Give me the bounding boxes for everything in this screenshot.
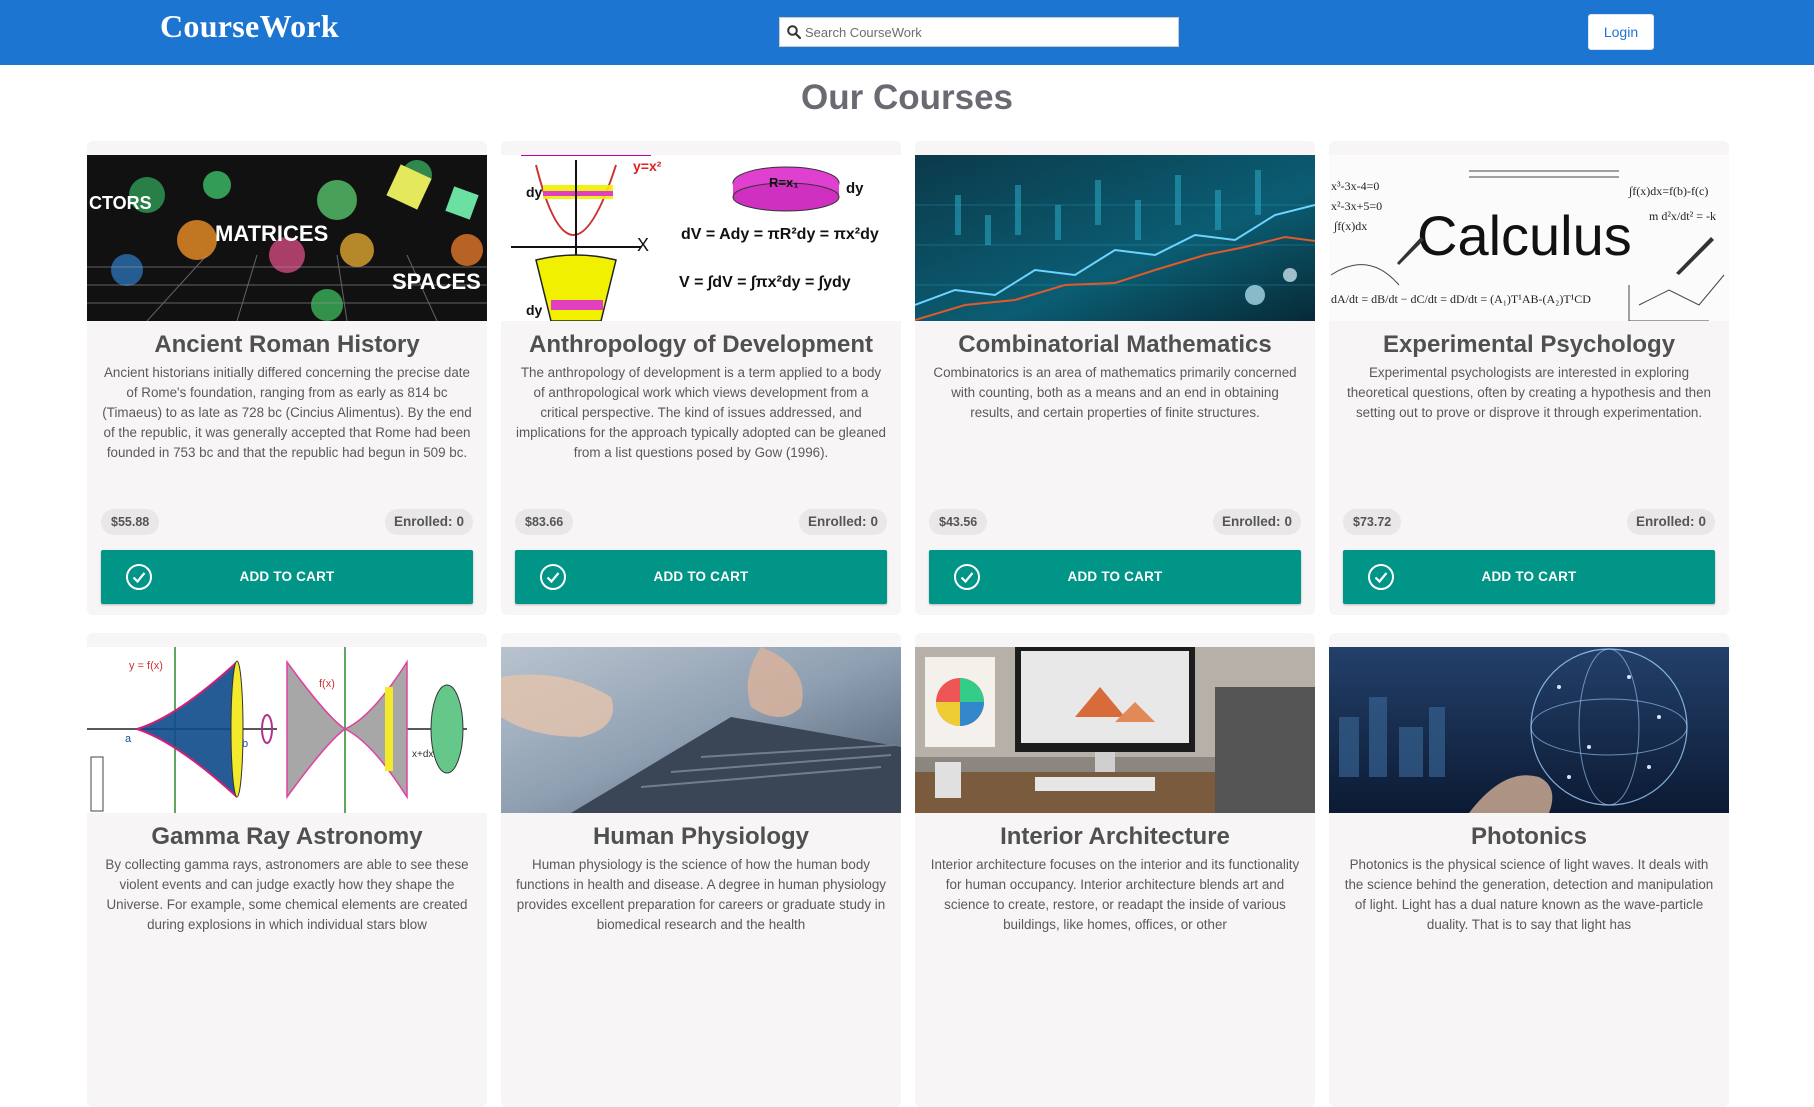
enrolled-count: 0 bbox=[870, 514, 878, 529]
svg-text:CTORS: CTORS bbox=[89, 193, 152, 213]
add-to-cart-label: ADD TO CART bbox=[653, 569, 749, 584]
price-badge: $83.66 bbox=[515, 509, 574, 535]
svg-text:dy: dy bbox=[526, 302, 543, 318]
course-image[interactable] bbox=[915, 155, 1315, 321]
enrolled-badge: Enrolled: 0 bbox=[384, 509, 473, 535]
course-description: By collecting gamma rays, astronomers ar… bbox=[105, 857, 469, 932]
add-to-cart-label: ADD TO CART bbox=[1481, 569, 1577, 584]
course-title[interactable]: Photonics bbox=[1329, 823, 1729, 851]
course-title[interactable]: Anthropology of Development bbox=[501, 331, 901, 359]
enrolled-badge: Enrolled: 0 bbox=[1626, 509, 1715, 535]
enrolled-badge: Enrolled: 0 bbox=[798, 509, 887, 535]
add-to-cart-label: ADD TO CART bbox=[239, 569, 335, 584]
enrolled-count: 0 bbox=[1284, 514, 1292, 529]
course-description: Ancient historians initially differed co… bbox=[102, 365, 472, 460]
course-card: CTORS MATRICES SPACES Ancient Roman Hist… bbox=[87, 141, 487, 615]
svg-text:dy: dy bbox=[846, 180, 864, 197]
solid-of-revolution-image: y = f(x) a b f(x) x+dx bbox=[87, 647, 487, 813]
svg-text:dA/dt = dB/dt − dC/dt = dD/dt: dA/dt = dB/dt − dC/dt = dD/dt = (A₁)T¹AB… bbox=[1331, 292, 1591, 306]
svg-text:dy: dy bbox=[526, 184, 543, 200]
price-badge: $55.88 bbox=[101, 509, 160, 535]
enrolled-count: 0 bbox=[1698, 514, 1706, 529]
course-card: Interior Architecture Interior architect… bbox=[915, 633, 1315, 1107]
course-image[interactable] bbox=[1329, 647, 1729, 813]
svg-text:∫f(x)dx=f(b)-f(c): ∫f(x)dx=f(b)-f(c) bbox=[1628, 184, 1708, 198]
enrolled-badge: Enrolled: 0 bbox=[1212, 509, 1301, 535]
brand-logo[interactable]: CourseWork bbox=[160, 8, 339, 45]
add-to-cart-button[interactable]: ADD TO CART bbox=[515, 550, 887, 604]
svg-text:X: X bbox=[637, 235, 649, 255]
course-description: Experimental psychologists are intereste… bbox=[1346, 365, 1712, 420]
course-card: Human Physiology Human physiology is the… bbox=[501, 633, 901, 1107]
course-title[interactable]: Ancient Roman History bbox=[87, 331, 487, 359]
svg-text:b: b bbox=[242, 738, 248, 750]
enrolled-label: Enrolled: bbox=[1221, 514, 1281, 529]
matrices-spaces-image: CTORS MATRICES SPACES bbox=[87, 155, 487, 321]
financial-chart-image bbox=[915, 155, 1315, 321]
page-title: Our Courses bbox=[801, 78, 1013, 117]
course-title[interactable]: Combinatorial Mathematics bbox=[915, 331, 1315, 359]
svg-text:x+dx: x+dx bbox=[412, 749, 433, 760]
course-image[interactable]: CTORS MATRICES SPACES bbox=[87, 155, 487, 321]
add-to-cart-button[interactable]: ADD TO CART bbox=[929, 550, 1301, 604]
search-icon bbox=[787, 25, 802, 40]
enrolled-label: Enrolled: bbox=[393, 514, 453, 529]
course-title[interactable]: Experimental Psychology bbox=[1329, 331, 1729, 359]
course-description: Human physiology is the science of how t… bbox=[516, 857, 886, 932]
svg-text:y=x²: y=x² bbox=[633, 158, 662, 174]
svg-text:MATRICES: MATRICES bbox=[215, 221, 328, 246]
svg-text:f(x): f(x) bbox=[319, 678, 335, 690]
svg-text:V = ∫dV = ∫πx²dy = ∫ydy: V = ∫dV = ∫πx²dy = ∫ydy bbox=[679, 274, 851, 291]
price-badge: $73.72 bbox=[1343, 509, 1402, 535]
volume-integral-image: X dy dy y=x² R=x₁ dy dV = Ady = πR²dy = … bbox=[501, 155, 901, 321]
enrolled-count: 0 bbox=[456, 514, 464, 529]
course-card: X dy dy y=x² R=x₁ dy dV = Ady = πR²dy = … bbox=[501, 141, 901, 615]
course-image[interactable]: y = f(x) a b f(x) x+dx bbox=[87, 647, 487, 813]
svg-text:SPACES: SPACES bbox=[392, 269, 481, 294]
enrolled-label: Enrolled: bbox=[807, 514, 867, 529]
search-box[interactable] bbox=[779, 17, 1179, 47]
top-navbar: CourseWork Login bbox=[0, 0, 1814, 65]
course-image[interactable] bbox=[501, 647, 901, 813]
course-image[interactable]: X dy dy y=x² R=x₁ dy dV = Ady = πR²dy = … bbox=[501, 155, 901, 321]
course-description: The anthropology of development is a ter… bbox=[516, 365, 886, 460]
design-desk-image bbox=[915, 647, 1315, 813]
svg-text:m d²x/dt² = -k: m d²x/dt² = -k bbox=[1649, 209, 1716, 223]
calculus-image: Calculus x³-3x-4=0 x²-3x+5=0 ∫f(x)dx ∫f(x)… bbox=[1329, 155, 1729, 321]
course-card: y = f(x) a b f(x) x+dx Gamma Ray Astrono… bbox=[87, 633, 487, 1107]
add-to-cart-label: ADD TO CART bbox=[1067, 569, 1163, 584]
course-title[interactable]: Interior Architecture bbox=[915, 823, 1315, 851]
laptop-typing-image bbox=[501, 647, 901, 813]
svg-text:y = f(x): y = f(x) bbox=[129, 660, 163, 672]
search-input[interactable] bbox=[802, 20, 1178, 44]
digital-globe-image bbox=[1329, 647, 1729, 813]
add-to-cart-button[interactable]: ADD TO CART bbox=[101, 550, 473, 604]
course-image[interactable]: Calculus x³-3x-4=0 x²-3x+5=0 ∫f(x)dx ∫f(x)… bbox=[1329, 155, 1729, 321]
course-card: Combinatorial Mathematics Combinatorics … bbox=[915, 141, 1315, 615]
course-description: Photonics is the physical science of lig… bbox=[1344, 857, 1714, 932]
svg-text:Calculus: Calculus bbox=[1417, 204, 1632, 267]
login-button[interactable]: Login bbox=[1588, 14, 1654, 50]
course-card: Photonics Photonics is the physical scie… bbox=[1329, 633, 1729, 1107]
course-title[interactable]: Human Physiology bbox=[501, 823, 901, 851]
course-title[interactable]: Gamma Ray Astronomy bbox=[87, 823, 487, 851]
course-description: Combinatorics is an area of mathematics … bbox=[933, 365, 1297, 420]
svg-text:x²-3x+5=0: x²-3x+5=0 bbox=[1331, 199, 1382, 213]
course-card: Calculus x³-3x-4=0 x²-3x+5=0 ∫f(x)dx ∫f(x)… bbox=[1329, 141, 1729, 615]
svg-text:a: a bbox=[125, 733, 132, 745]
course-description: Interior architecture focuses on the int… bbox=[930, 857, 1300, 932]
svg-text:x³-3x-4=0: x³-3x-4=0 bbox=[1331, 179, 1379, 193]
price-badge: $43.56 bbox=[929, 509, 988, 535]
course-image[interactable] bbox=[915, 647, 1315, 813]
add-to-cart-button[interactable]: ADD TO CART bbox=[1343, 550, 1715, 604]
svg-text:dV = Ady = πR²dy = πx²dy: dV = Ady = πR²dy = πx²dy bbox=[681, 226, 879, 243]
svg-text:R=x₁: R=x₁ bbox=[769, 175, 799, 190]
enrolled-label: Enrolled: bbox=[1635, 514, 1695, 529]
svg-text:∫f(x)dx: ∫f(x)dx bbox=[1333, 219, 1367, 233]
